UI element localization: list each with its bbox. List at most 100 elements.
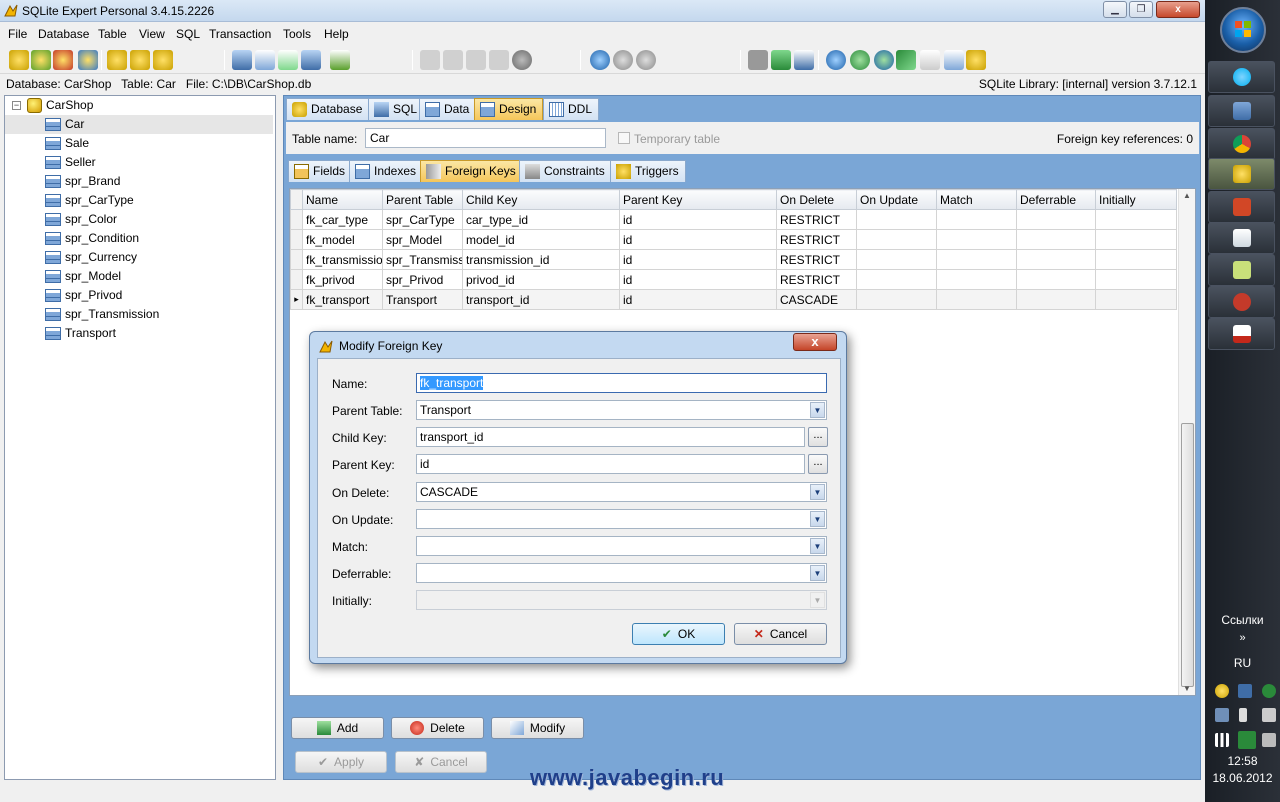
- new-table-icon[interactable]: [232, 50, 252, 70]
- column-header[interactable]: Child Key: [462, 189, 620, 210]
- temporary-table-checkbox[interactable]: [618, 132, 630, 144]
- subtab-foreign-keys[interactable]: Foreign Keys: [420, 160, 523, 182]
- cell-parent-key[interactable]: id: [619, 209, 777, 230]
- column-header[interactable]: Match: [936, 189, 1017, 210]
- ok-button[interactable]: ✔ OK: [632, 623, 725, 645]
- tree-root-carshop[interactable]: − CarShop: [5, 96, 273, 115]
- clock-date[interactable]: 18.06.2012: [1205, 771, 1280, 785]
- cell-parent-key[interactable]: id: [619, 289, 777, 310]
- deferrable-dropdown[interactable]: ▼: [416, 563, 827, 583]
- commit-icon[interactable]: [613, 50, 633, 70]
- tab-sql[interactable]: SQL: [368, 98, 425, 120]
- name-input[interactable]: fk_transport: [416, 373, 827, 393]
- initially-dropdown[interactable]: ▼: [416, 590, 827, 610]
- cell-initially[interactable]: [1095, 249, 1177, 270]
- cell-name[interactable]: fk_transmissio: [302, 249, 383, 270]
- rollback-icon[interactable]: [636, 50, 656, 70]
- menu-help[interactable]: Help: [324, 27, 349, 41]
- taskbar-pdf[interactable]: [1208, 318, 1275, 350]
- volume-icon[interactable]: [1262, 708, 1276, 722]
- begin-transaction-icon[interactable]: [590, 50, 610, 70]
- cell-on-update[interactable]: [856, 209, 937, 230]
- cell-match[interactable]: [936, 209, 1017, 230]
- tree-item-spr-brand[interactable]: spr_Brand: [5, 172, 273, 191]
- on-update-dropdown[interactable]: ▼: [416, 509, 827, 529]
- sql-step-icon[interactable]: [443, 50, 463, 70]
- chevron-down-icon[interactable]: ▼: [810, 402, 825, 418]
- menu-sql[interactable]: SQL: [176, 27, 200, 41]
- cell-name[interactable]: fk_privod: [302, 269, 383, 290]
- new-database-icon[interactable]: [9, 50, 29, 70]
- apply-button[interactable]: ✔ Apply: [295, 751, 387, 773]
- links-chevron-icon[interactable]: »: [1205, 632, 1280, 644]
- modify-button[interactable]: Modify: [491, 717, 584, 739]
- tree-item-spr-privod[interactable]: spr_Privod: [5, 286, 273, 305]
- tree-item-car[interactable]: Car: [5, 115, 273, 134]
- tab-design[interactable]: Design: [474, 98, 544, 120]
- tree-item-spr-model[interactable]: spr_Model: [5, 267, 273, 286]
- tree-item-spr-color[interactable]: spr_Color: [5, 210, 273, 229]
- dialog-cancel-button[interactable]: ✕ Cancel: [734, 623, 827, 645]
- tray-app-icon[interactable]: [1215, 684, 1229, 698]
- sql-explain-icon[interactable]: [466, 50, 486, 70]
- table-name-input[interactable]: Car: [365, 128, 606, 148]
- column-header[interactable]: Initially: [1095, 189, 1177, 210]
- taskbar-notepad[interactable]: [1208, 222, 1275, 254]
- subtab-indexes[interactable]: Indexes: [349, 160, 424, 182]
- cell-match[interactable]: [936, 229, 1017, 250]
- column-header[interactable]: Parent Table: [382, 189, 463, 210]
- menu-database[interactable]: Database: [38, 27, 89, 41]
- cell-child-key[interactable]: transmission_id: [462, 249, 620, 270]
- window-icon[interactable]: [794, 50, 814, 70]
- tree-item-sale[interactable]: Sale: [5, 134, 273, 153]
- filter-icon[interactable]: [771, 50, 791, 70]
- vertical-scrollbar[interactable]: ▲ ▼: [1178, 189, 1195, 695]
- home-icon[interactable]: [850, 50, 870, 70]
- scroll-down-icon[interactable]: ▼: [1183, 684, 1191, 693]
- tree-item-spr-transmission[interactable]: spr_Transmission: [5, 305, 273, 324]
- subtab-triggers[interactable]: Triggers: [610, 160, 686, 182]
- parent-table-dropdown[interactable]: Transport ▼: [416, 400, 827, 420]
- open-database-icon[interactable]: [31, 50, 51, 70]
- table-row[interactable]: fk_privod spr_Privod privod_id id RESTRI…: [290, 269, 1177, 290]
- tray-network-icon[interactable]: [1215, 708, 1229, 722]
- cell-initially[interactable]: [1095, 209, 1177, 230]
- tray-sound-icon[interactable]: [1262, 733, 1276, 747]
- cell-on-delete[interactable]: RESTRICT: [776, 249, 857, 270]
- chevron-down-icon[interactable]: ▼: [810, 538, 825, 554]
- taskbar-notes[interactable]: [1208, 254, 1275, 286]
- column-header[interactable]: Parent Key: [619, 189, 777, 210]
- cell-on-delete[interactable]: RESTRICT: [776, 209, 857, 230]
- collapse-icon[interactable]: −: [12, 101, 21, 110]
- scrollbar-thumb[interactable]: [1181, 423, 1194, 687]
- import-icon[interactable]: [301, 50, 321, 70]
- taskbar-chrome[interactable]: [1208, 128, 1275, 160]
- cell-on-delete[interactable]: RESTRICT: [776, 269, 857, 290]
- refresh-table-icon[interactable]: [278, 50, 298, 70]
- design-table-icon[interactable]: [255, 50, 275, 70]
- add-button[interactable]: Add: [291, 717, 384, 739]
- cell-child-key[interactable]: transport_id: [462, 289, 620, 310]
- subtab-constraints[interactable]: Constraints: [519, 160, 612, 182]
- taskbar-save[interactable]: [1208, 95, 1275, 127]
- cell-name[interactable]: fk_transport: [302, 289, 383, 310]
- table-row[interactable]: fk_model spr_Model model_id id RESTRICT: [290, 229, 1177, 250]
- match-dropdown[interactable]: ▼: [416, 536, 827, 556]
- restore-button[interactable]: ❐: [1129, 1, 1153, 18]
- cell-on-delete[interactable]: RESTRICT: [776, 229, 857, 250]
- cell-parent-key[interactable]: id: [619, 229, 777, 250]
- cell-match[interactable]: [936, 249, 1017, 270]
- column-header[interactable]: Deferrable: [1016, 189, 1096, 210]
- page-icon[interactable]: [944, 50, 964, 70]
- tab-ddl[interactable]: DDL: [543, 98, 600, 120]
- taskbar-tool[interactable]: [1208, 286, 1275, 318]
- web-icon[interactable]: [874, 50, 894, 70]
- menu-view[interactable]: View: [139, 27, 165, 41]
- stop-icon[interactable]: [512, 50, 532, 70]
- table-row-current[interactable]: ▸ fk_transport Transport transport_id id…: [290, 289, 1177, 310]
- tab-data[interactable]: Data: [419, 98, 477, 120]
- cell-initially[interactable]: [1095, 269, 1177, 290]
- table-row[interactable]: fk_transmissio spr_Transmiss transmissio…: [290, 249, 1177, 270]
- start-button[interactable]: [1220, 7, 1266, 53]
- minimize-button[interactable]: ▁: [1103, 1, 1127, 18]
